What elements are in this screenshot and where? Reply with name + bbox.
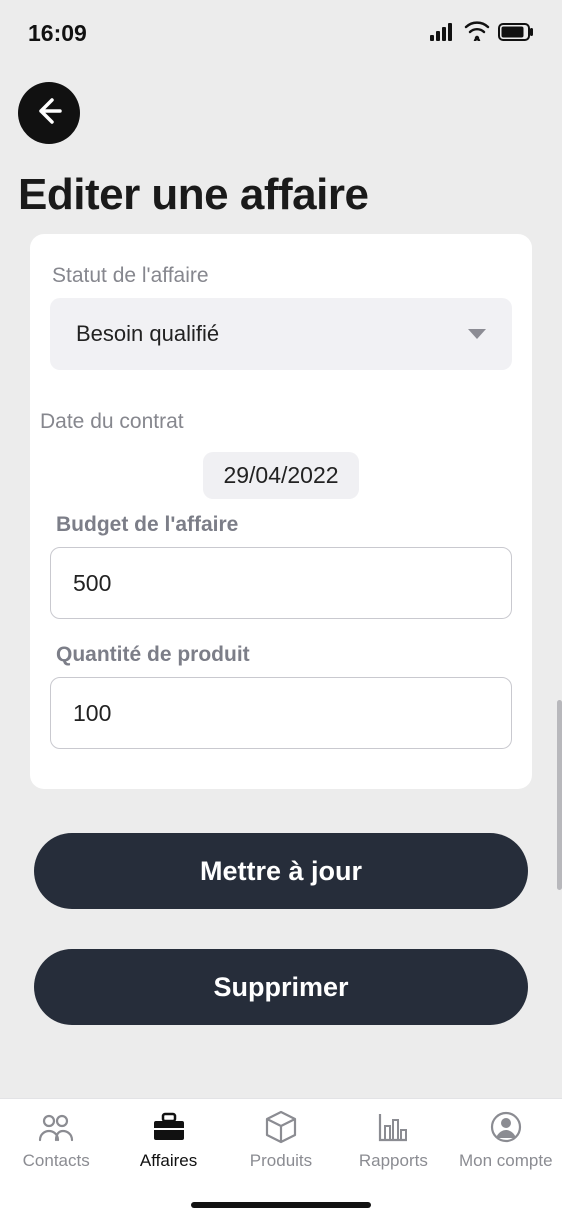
chart-icon bbox=[377, 1109, 409, 1145]
status-label: Statut de l'affaire bbox=[52, 264, 512, 288]
button-area: Mettre à jour Supprimer bbox=[0, 789, 562, 1025]
tab-label-produits: Produits bbox=[250, 1151, 312, 1171]
form-card: Statut de l'affaire Besoin qualifié Date… bbox=[30, 234, 532, 789]
tab-label-affaires: Affaires bbox=[140, 1151, 197, 1171]
date-label: Date du contrat bbox=[40, 410, 512, 434]
date-value: 29/04/2022 bbox=[223, 462, 338, 488]
header: Editer une affaire bbox=[0, 56, 562, 230]
battery-icon bbox=[498, 20, 534, 47]
wifi-icon bbox=[464, 20, 490, 47]
account-icon bbox=[490, 1109, 522, 1145]
budget-label: Budget de l'affaire bbox=[56, 513, 512, 537]
tab-mon-compte[interactable]: Mon compte bbox=[450, 1109, 562, 1171]
tab-affaires[interactable]: Affaires bbox=[112, 1109, 224, 1171]
status-icons bbox=[430, 20, 534, 47]
scrollbar[interactable] bbox=[557, 700, 562, 890]
briefcase-icon bbox=[152, 1109, 186, 1145]
tabbar: Contacts Affaires Produits Rapports Mon … bbox=[0, 1098, 562, 1218]
tab-contacts[interactable]: Contacts bbox=[0, 1109, 112, 1171]
status-time: 16:09 bbox=[28, 20, 87, 47]
tab-label-contacts: Contacts bbox=[23, 1151, 90, 1171]
status-bar: 16:09 bbox=[0, 0, 562, 56]
home-indicator bbox=[191, 1202, 371, 1208]
tab-produits[interactable]: Produits bbox=[225, 1109, 337, 1171]
cellular-icon bbox=[430, 20, 456, 47]
quantity-label: Quantité de produit bbox=[56, 643, 512, 667]
chevron-down-icon bbox=[468, 329, 486, 339]
tab-rapports[interactable]: Rapports bbox=[337, 1109, 449, 1171]
update-button[interactable]: Mettre à jour bbox=[34, 833, 528, 909]
arrow-left-icon bbox=[34, 96, 64, 131]
page-title: Editer une affaire bbox=[18, 170, 544, 220]
back-button[interactable] bbox=[18, 82, 80, 144]
status-value: Besoin qualifié bbox=[76, 321, 219, 347]
budget-input[interactable] bbox=[50, 547, 512, 619]
delete-button[interactable]: Supprimer bbox=[34, 949, 528, 1025]
status-select[interactable]: Besoin qualifié bbox=[50, 298, 512, 370]
quantity-input[interactable] bbox=[50, 677, 512, 749]
tab-label-compte: Mon compte bbox=[459, 1151, 553, 1171]
date-picker[interactable]: 29/04/2022 bbox=[203, 452, 358, 499]
tab-label-rapports: Rapports bbox=[359, 1151, 428, 1171]
contacts-icon bbox=[38, 1109, 74, 1145]
box-icon bbox=[265, 1109, 297, 1145]
